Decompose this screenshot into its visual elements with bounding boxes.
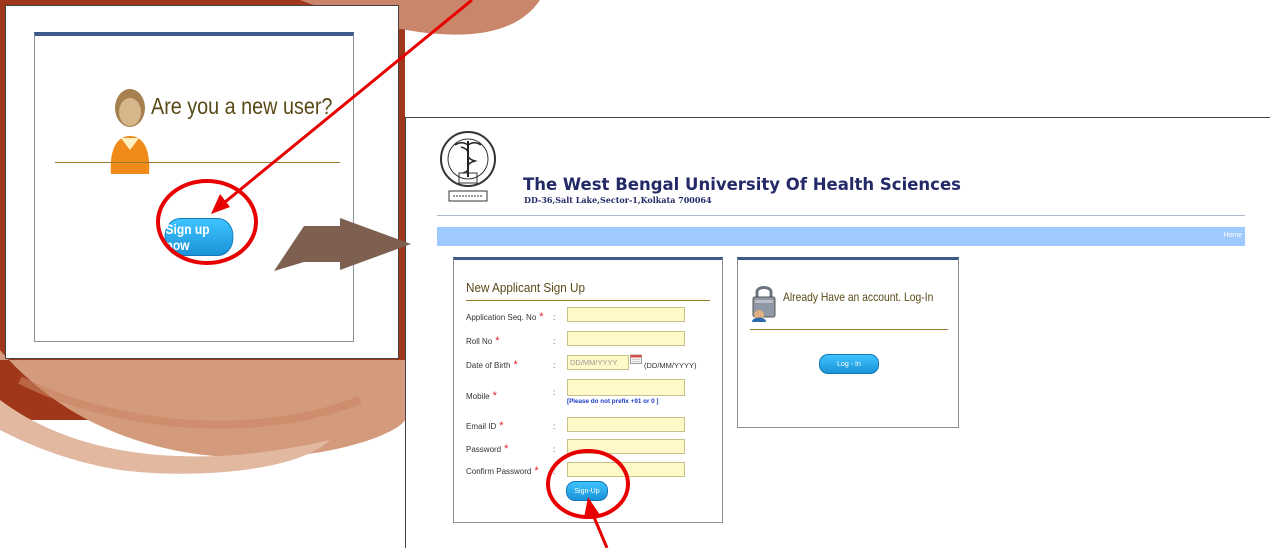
padlock-user-icon <box>752 286 776 322</box>
new-applicant-signup-form: New Applicant Sign Up Application Seq. N… <box>453 257 723 523</box>
email-input[interactable] <box>567 417 685 432</box>
field-label-application-seq: Application Seq. No * <box>466 311 544 323</box>
university-seal-logo <box>440 131 496 202</box>
application-seq-input[interactable] <box>567 307 685 322</box>
log-in-button[interactable]: Log - In <box>819 354 879 374</box>
header-divider <box>437 215 1245 216</box>
nav-bar: Home <box>437 227 1245 246</box>
login-title: Already Have an account. Log-In <box>783 290 934 304</box>
field-separator: : <box>553 422 556 431</box>
calendar-icon[interactable] <box>630 354 642 364</box>
field-separator: : <box>553 361 556 370</box>
login-panel: Already Have an account. Log-In Log - In <box>737 257 959 428</box>
signup-page: The West Bengal University Of Health Sci… <box>405 117 1270 548</box>
roll-no-input[interactable] <box>567 331 685 346</box>
field-separator: : <box>553 313 556 322</box>
confirm-password-input[interactable] <box>567 462 685 477</box>
password-input[interactable] <box>567 439 685 454</box>
date-format-hint: (DD/MM/YYYY) <box>644 361 697 370</box>
form-title: New Applicant Sign Up <box>466 280 586 295</box>
field-label-confirm-password: Confirm Password * <box>466 465 539 477</box>
field-separator: : <box>553 388 556 397</box>
field-separator: : <box>553 467 556 476</box>
field-separator: : <box>553 337 556 346</box>
user-silhouette-icon <box>110 89 150 174</box>
university-address: DD-36,Salt Lake,Sector-1,Kolkata 700064 <box>524 195 712 205</box>
date-of-birth-input[interactable]: DD/MM/YYYY <box>567 355 629 370</box>
sign-up-button[interactable]: Sign-Up <box>566 481 608 501</box>
form-divider <box>466 300 710 301</box>
field-label-email: Email ID * <box>466 420 504 432</box>
zoom-callout-card: Are you a new user? Sign up now <box>5 5 399 359</box>
new-user-panel: Are you a new user? Sign up now <box>34 32 354 342</box>
field-label-date-of-birth: Date of Birth * <box>466 359 518 371</box>
field-separator: : <box>553 445 556 454</box>
nav-home-link[interactable]: Home <box>1223 232 1242 239</box>
sign-up-now-button[interactable]: Sign up now <box>164 218 234 256</box>
field-label-roll-no: Roll No * <box>466 335 500 347</box>
login-divider <box>750 329 948 330</box>
field-label-mobile: Mobile * <box>466 390 497 402</box>
new-user-question: Are you a new user? <box>151 93 333 119</box>
university-name: The West Bengal University Of Health Sci… <box>523 175 961 194</box>
divider <box>55 162 340 163</box>
mobile-prefix-note: [Please do not prefix +91 or 0 ] <box>567 398 659 405</box>
mobile-input[interactable] <box>567 379 685 396</box>
field-label-password: Password * <box>466 443 509 455</box>
